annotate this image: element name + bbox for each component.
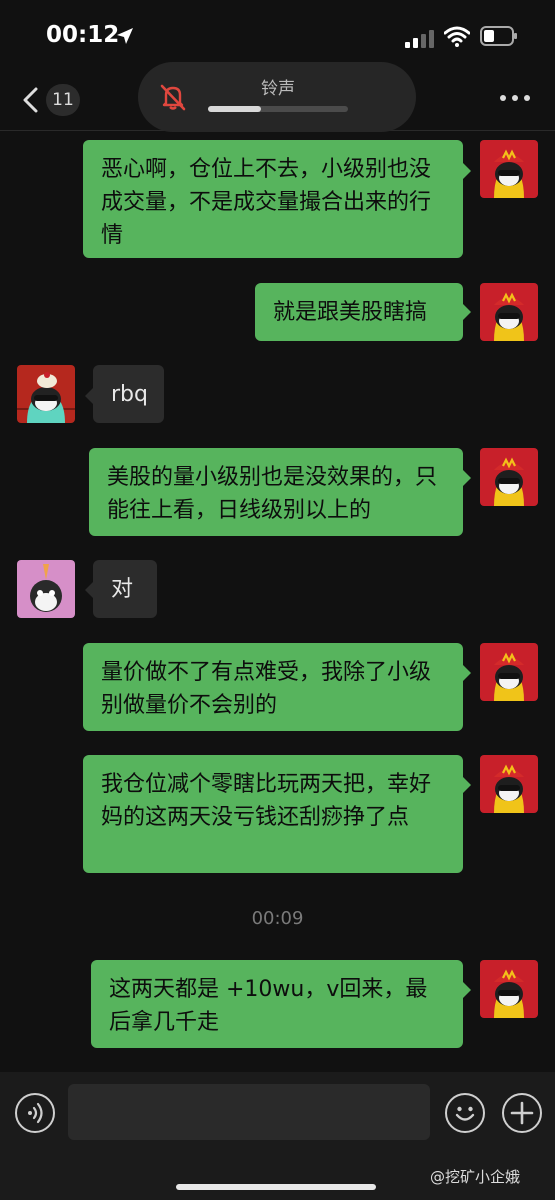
voice-button[interactable] [15, 1093, 55, 1133]
message-input[interactable] [68, 1084, 430, 1140]
more-options-button[interactable] [500, 92, 530, 104]
avatar[interactable] [480, 283, 538, 341]
status-bar: 00:12 [0, 0, 555, 70]
bubble-tail [463, 665, 471, 681]
bubble-tail [463, 163, 471, 179]
battery-icon [480, 26, 517, 46]
message-bubble[interactable]: 量价做不了有点难受，我除了小级别做量价不会别的 [83, 643, 463, 731]
location-arrow-icon [117, 28, 133, 44]
back-button[interactable]: 11 [16, 82, 88, 118]
ringer-label: 铃声 [261, 79, 295, 99]
message-bubble[interactable]: 我仓位减个零瞎比玩两天把，幸好妈的这两天没亏钱还刮痧挣了点 [83, 755, 463, 873]
bubble-tail [463, 304, 471, 320]
back-chevron-icon [23, 87, 38, 113]
bubble-tail [463, 470, 471, 486]
home-indicator [176, 1184, 376, 1190]
plus-icon [510, 1101, 534, 1125]
bubble-tail [463, 777, 471, 793]
message-timestamp: 00:09 [251, 908, 304, 929]
avatar[interactable] [480, 448, 538, 506]
avatar[interactable] [480, 140, 538, 198]
avatar[interactable] [480, 755, 538, 813]
bell-muted-icon [160, 84, 186, 111]
more-icon [500, 95, 506, 101]
ringer-volume-fill [208, 106, 262, 112]
avatar[interactable] [17, 560, 75, 618]
emoji-icon [455, 1106, 475, 1121]
bubble-tail [463, 982, 471, 998]
message-bubble[interactable]: rbq [93, 365, 164, 423]
ringer-indicator: 铃声 [138, 62, 416, 132]
avatar[interactable] [480, 643, 538, 701]
bubble-tail [85, 582, 93, 598]
avatar[interactable] [17, 365, 75, 423]
signal-icon [405, 30, 434, 48]
avatar[interactable] [480, 960, 538, 1018]
message-bubble[interactable]: 对 [93, 560, 157, 618]
voice-icon [28, 1102, 43, 1124]
unread-count-badge: 11 [46, 84, 80, 116]
ringer-volume-slider[interactable] [208, 106, 348, 112]
wifi-icon [444, 26, 470, 47]
message-bubble[interactable]: 这两天都是 +10wu，v回来，最后拿几千走 [91, 960, 463, 1048]
watermark: @挖矿小企娥 [430, 1168, 521, 1186]
message-bubble[interactable]: 恶心啊，仓位上不去，小级别也没成交量，不是成交量撮合出来的行情 [83, 140, 463, 258]
message-bubble[interactable]: 就是跟美股瞎搞 [255, 283, 463, 341]
bubble-tail [85, 388, 93, 404]
more-icon-dot [512, 95, 518, 101]
more-icon-dot [524, 95, 530, 101]
status-time: 00:12 [46, 22, 120, 48]
more-functions-button[interactable] [502, 1093, 542, 1133]
message-bubble[interactable]: 美股的量小级别也是没效果的，只能往上看，日线级别以上的 [89, 448, 463, 536]
emoji-button[interactable] [445, 1093, 485, 1133]
